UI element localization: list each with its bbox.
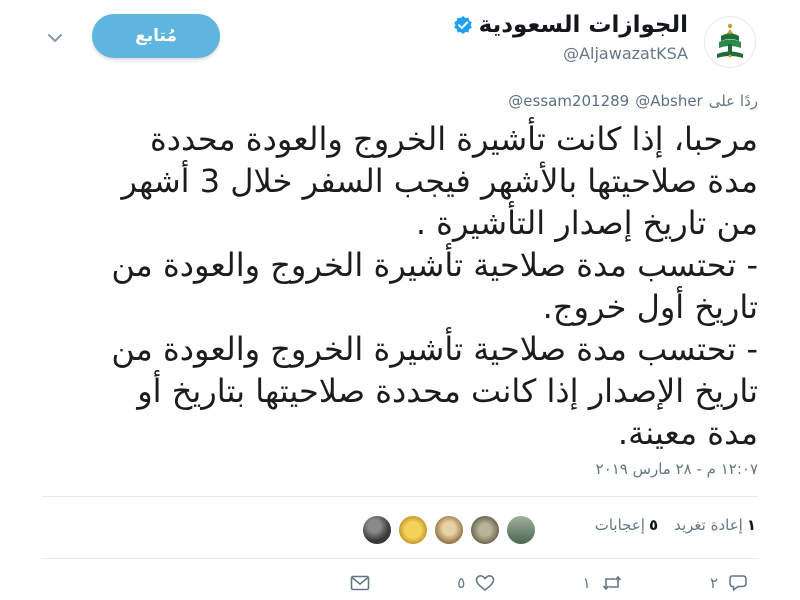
divider xyxy=(42,558,758,559)
author-info: الجوازات السعودية @AljawazatKSA xyxy=(453,12,688,63)
author-handle[interactable]: @AljawazatKSA xyxy=(453,44,688,63)
retweet-icon xyxy=(601,574,623,592)
retweets-label: إعادة تغريد xyxy=(674,516,743,534)
author-avatar[interactable] xyxy=(704,16,756,68)
liker-avatars xyxy=(362,515,536,545)
tweet-actions: ٢ ١ ٥ xyxy=(350,574,748,592)
envelope-icon xyxy=(350,575,370,591)
divider xyxy=(42,496,758,497)
tweet-line: مدة صلاحيتها بالأشهر فيجب السفر خلال 3 أ… xyxy=(121,162,758,200)
mention-link[interactable]: @essam201289 xyxy=(508,92,629,110)
author-display-name[interactable]: الجوازات السعودية xyxy=(479,12,688,38)
likes-count: ٥ xyxy=(648,516,659,534)
like-action[interactable]: ٥ xyxy=(457,574,495,592)
tweet-line: تاريخ أول خروج. xyxy=(542,288,758,326)
liker-avatar[interactable] xyxy=(362,515,392,545)
emblem-icon xyxy=(717,23,743,58)
liker-avatar[interactable] xyxy=(506,515,536,545)
tweet-text: مرحبا، إذا كانت تأشيرة الخروج والعودة مح… xyxy=(38,118,758,454)
reply-action[interactable]: ٢ xyxy=(710,574,748,592)
tweet-line: - تحتسب مدة صلاحية تأشيرة الخروج والعودة… xyxy=(111,246,758,284)
retweets-stat[interactable]: ١ إعادة تغريد xyxy=(674,516,756,534)
tweet-line: - تحتسب مدة صلاحية تأشيرة الخروج والعودة… xyxy=(111,330,758,368)
liker-avatar[interactable] xyxy=(398,515,428,545)
reply-icon xyxy=(728,574,748,592)
mention-link[interactable]: @Absher xyxy=(635,92,703,110)
reply-context: ردًا على @Absher @essam201289 xyxy=(508,92,758,110)
direct-message-action[interactable] xyxy=(350,575,370,591)
tweet-card: الجوازات السعودية @AljawazatKSA مُتابع ر… xyxy=(0,0,800,600)
tweet-line: مدة معينة. xyxy=(617,414,758,452)
reply-prefix: ردًا على xyxy=(708,92,758,110)
chevron-down-icon[interactable] xyxy=(46,30,64,44)
like-count: ٥ xyxy=(457,574,466,592)
retweet-action[interactable]: ١ xyxy=(583,574,623,592)
likes-label: إعجابات xyxy=(594,516,645,534)
retweets-count: ١ xyxy=(746,516,756,534)
verified-badge-icon xyxy=(453,15,473,35)
tweet-line: من تاريخ إصدار التأشيرة . xyxy=(415,204,758,242)
following-button[interactable]: مُتابع xyxy=(92,14,220,58)
liker-avatar[interactable] xyxy=(434,515,464,545)
tweet-line: مرحبا، إذا كانت تأشيرة الخروج والعودة مح… xyxy=(150,120,758,158)
display-name-row: الجوازات السعودية xyxy=(453,12,688,38)
liker-avatar[interactable] xyxy=(470,515,500,545)
likes-stat[interactable]: ٥ إعجابات xyxy=(595,516,658,534)
heart-icon xyxy=(475,574,495,592)
tweet-line: تاريخ الإصدار إذا كانت محددة صلاحيتها بت… xyxy=(137,372,758,410)
reply-count: ٢ xyxy=(709,574,718,592)
engagement-stats: ١ إعادة تغريد ٥ إعجابات xyxy=(595,516,756,534)
retweet-count: ١ xyxy=(582,574,591,592)
tweet-timestamp[interactable]: ١٢:٠٧ م - ٢٨ مارس ٢٠١٩ xyxy=(596,460,758,478)
